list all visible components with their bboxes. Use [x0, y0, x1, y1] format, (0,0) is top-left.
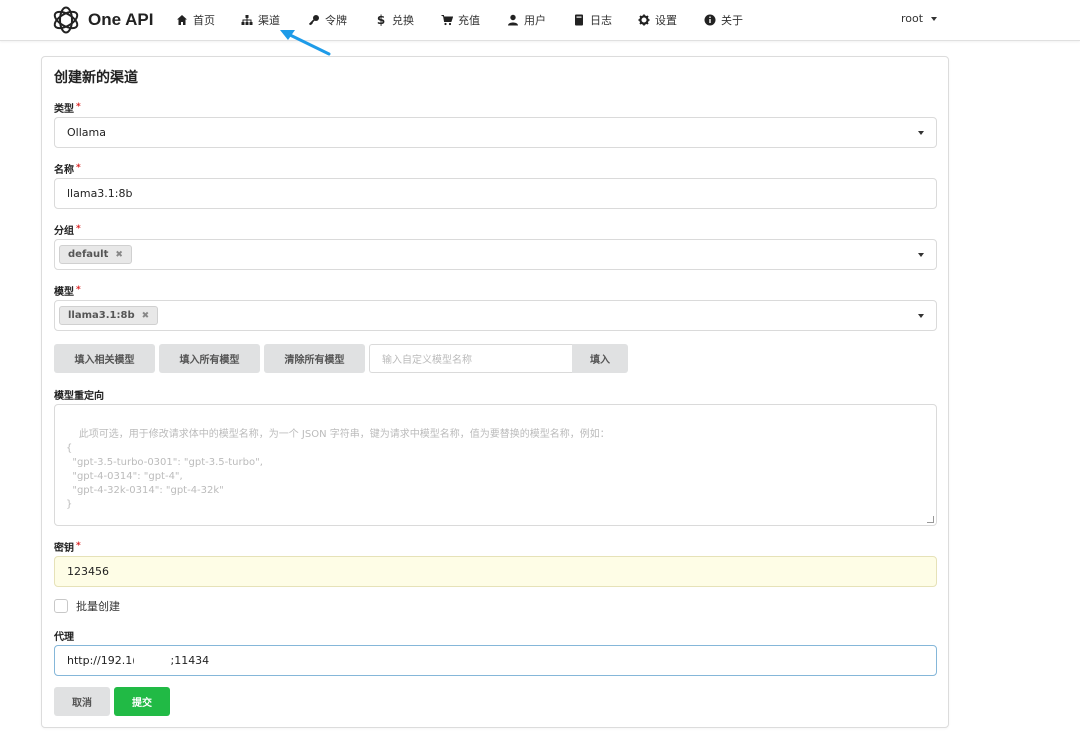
group-label: 分组 *	[54, 224, 81, 237]
home-icon	[175, 13, 189, 27]
model-mapping-label: 模型重定向	[54, 391, 104, 402]
create-channel-card: 创建新的渠道 类型 * Ollama 名称 * llama3.1:8b 分组 * de…	[41, 56, 949, 728]
nav-item-label: 关于	[721, 14, 743, 27]
nav-item-topup[interactable]: 充值	[440, 12, 480, 28]
user-menu[interactable]: root	[901, 12, 938, 25]
nav-item-label: 充值	[458, 14, 480, 27]
close-icon[interactable]: ✖	[115, 250, 123, 260]
custom-model-input[interactable]: 输入自定义模型名称	[369, 344, 573, 373]
key-icon	[307, 13, 321, 27]
nav-item-home[interactable]: 首页	[175, 12, 215, 28]
group-multiselect[interactable]: default ✖	[54, 239, 937, 270]
batch-create-row[interactable]: 批量创建	[54, 598, 120, 614]
nav-item-label: 首页	[193, 14, 215, 27]
info-icon	[703, 13, 717, 27]
chevron-down-icon	[918, 314, 924, 318]
chevron-down-icon	[918, 253, 924, 257]
nav-item-label: 设置	[655, 14, 677, 27]
nav-item-channels[interactable]: 渠道	[240, 12, 280, 28]
chevron-down-icon	[918, 131, 924, 135]
openai-logo-icon[interactable]	[51, 5, 81, 35]
model-chip[interactable]: llama3.1:8b ✖	[59, 306, 159, 325]
model-mapping-textarea[interactable]: 此项可选，用于修改请求体中的模型名称，为一个 JSON 字符串，键为请求中模型名…	[54, 404, 937, 526]
name-input[interactable]: llama3.1:8b	[54, 178, 937, 209]
nav-item-label: 日志	[590, 14, 612, 27]
type-label: 类型 *	[54, 102, 81, 115]
key-input-value: 123456	[67, 565, 109, 578]
nav-item-tokens[interactable]: 令牌	[307, 12, 347, 28]
models-multiselect[interactable]: llama3.1:8b ✖	[54, 300, 937, 331]
models-label: 模型 *	[54, 285, 81, 298]
book-icon	[572, 13, 586, 27]
proxy-input[interactable]: http://192.1( ;11434	[54, 645, 937, 676]
fill-related-models-button[interactable]: 填入相关模型	[54, 344, 155, 373]
batch-create-label: 批量创建	[76, 600, 120, 613]
top-navbar: One API 首页 渠道 令牌 $ 兑换 充值 用户 日志 设置 关于 roo…	[0, 0, 1080, 41]
nav-item-label: 令牌	[325, 14, 347, 27]
user-icon	[506, 13, 520, 27]
nav-item-redeem[interactable]: $ 兑换	[374, 12, 414, 28]
dollar-icon: $	[376, 13, 386, 27]
nav-item-about[interactable]: 关于	[703, 12, 743, 28]
sitemap-icon	[240, 13, 254, 27]
key-label: 密钥 *	[54, 541, 81, 554]
cancel-button[interactable]: 取消	[54, 687, 110, 716]
nav-item-label: 渠道	[258, 14, 280, 27]
key-input[interactable]: 123456	[54, 556, 937, 587]
group-chip[interactable]: default ✖	[59, 245, 132, 264]
chevron-down-icon	[931, 16, 938, 21]
clear-all-models-button[interactable]: 清除所有模型	[264, 344, 365, 373]
name-input-value: llama3.1:8b	[67, 187, 133, 200]
nav-item-label: 用户	[524, 14, 546, 27]
resize-handle-icon[interactable]	[927, 516, 934, 523]
fill-all-models-button[interactable]: 填入所有模型	[159, 344, 260, 373]
page-title: 创建新的渠道	[54, 70, 138, 86]
submit-button[interactable]: 提交	[114, 687, 170, 716]
proxy-value-suffix: ;11434	[170, 654, 210, 667]
nav-item-users[interactable]: 用户	[506, 12, 546, 28]
batch-create-checkbox[interactable]	[54, 599, 68, 613]
proxy-value-prefix: http://192.1(	[67, 654, 137, 667]
type-select-value: Ollama	[67, 126, 106, 139]
nav-item-settings[interactable]: 设置	[637, 12, 677, 28]
proxy-label: 代理	[54, 632, 74, 643]
username: root	[901, 12, 924, 25]
cart-icon	[440, 13, 454, 27]
redaction-mask	[134, 653, 173, 668]
fill-custom-model-button[interactable]: 填入	[572, 344, 628, 373]
brand-name[interactable]: One API	[88, 10, 154, 30]
nav-item-logs[interactable]: 日志	[572, 12, 612, 28]
nav-item-label: 兑换	[392, 14, 414, 27]
model-mapping-placeholder: 此项可选，用于修改请求体中的模型名称，为一个 JSON 字符串，键为请求中模型名…	[66, 429, 610, 510]
gear-icon	[637, 13, 651, 27]
close-icon[interactable]: ✖	[142, 311, 150, 321]
name-label: 名称 *	[54, 163, 81, 176]
type-select[interactable]: Ollama	[54, 117, 937, 148]
